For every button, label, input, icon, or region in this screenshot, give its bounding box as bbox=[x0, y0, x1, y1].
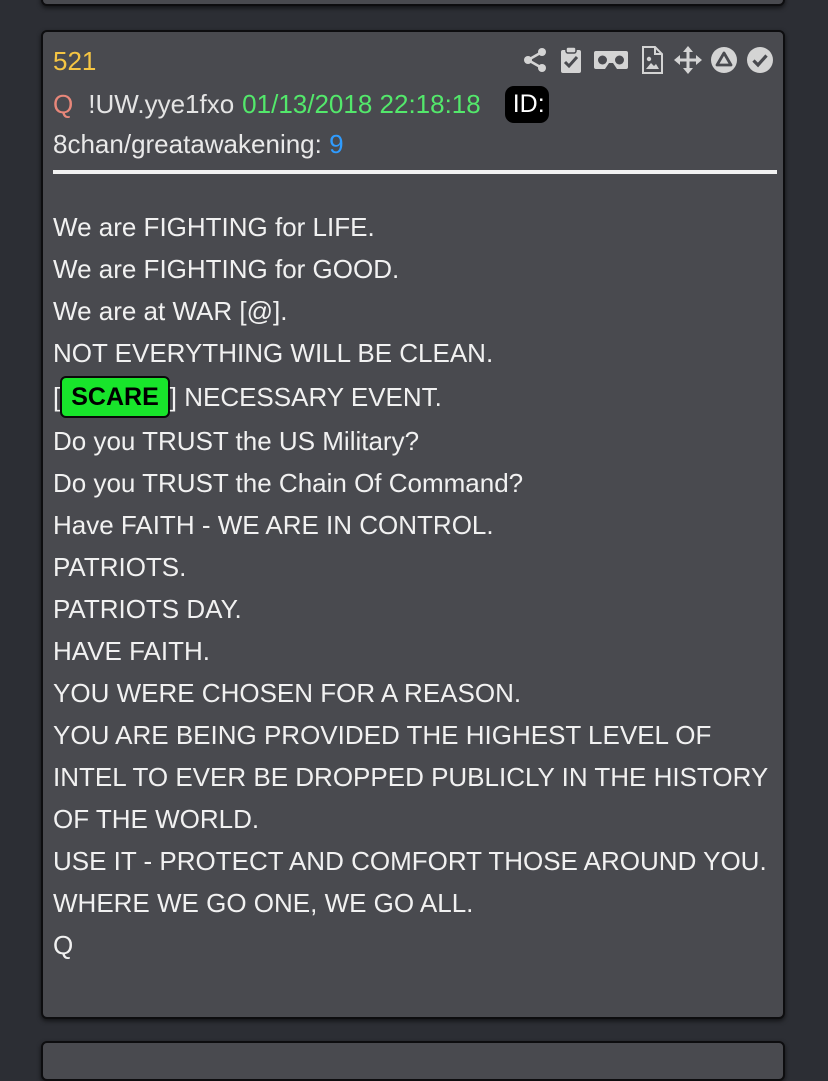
post-timestamp: 01/13/2018 22:18:18 bbox=[242, 88, 481, 119]
divider bbox=[53, 170, 777, 174]
id-badge: ID: bbox=[504, 85, 549, 123]
author-name: Q bbox=[53, 88, 74, 119]
clipboard-check-icon[interactable] bbox=[556, 45, 585, 75]
vr-headset-icon[interactable] bbox=[592, 45, 630, 75]
body-line-scare: [SCARE] NECESSARY EVENT. bbox=[53, 374, 779, 420]
post-body: We are FIGHTING for LIFE. We are FIGHTIN… bbox=[53, 206, 779, 966]
bracket-open: [ bbox=[53, 382, 61, 412]
post-ref-link[interactable]: 9 bbox=[329, 129, 343, 159]
body-line: USE IT - PROTECT AND COMFORT THOSE AROUN… bbox=[53, 846, 767, 876]
body-line: NOT EVERYTHING WILL BE CLEAN. bbox=[53, 338, 494, 368]
post-number: 521 bbox=[53, 46, 97, 76]
next-post-card bbox=[41, 1041, 785, 1081]
body-line: HAVE FAITH. bbox=[53, 636, 210, 666]
previous-post-card bbox=[41, 0, 785, 6]
circle-check-icon[interactable] bbox=[745, 45, 774, 75]
image-file-icon[interactable] bbox=[637, 45, 666, 75]
body-line: WHERE WE GO ONE, WE GO ALL. bbox=[53, 888, 474, 918]
post-card: 521 Q !UW.yye1fxo 01/13/2018 22:18:18 ID… bbox=[41, 30, 785, 1019]
body-line-rest: ] NECESSARY EVENT. bbox=[169, 382, 442, 412]
circle-up-icon[interactable] bbox=[709, 45, 738, 75]
tripcode: !UW.yye1fxo bbox=[88, 88, 235, 119]
body-line: Do you TRUST the US Military? bbox=[53, 426, 420, 456]
body-line: Have FAITH - WE ARE IN CONTROL. bbox=[53, 510, 494, 540]
body-line: Do you TRUST the Chain Of Command? bbox=[53, 468, 524, 498]
scare-tag: SCARE bbox=[60, 376, 170, 419]
move-arrows-icon[interactable] bbox=[673, 45, 702, 75]
share-icon[interactable] bbox=[520, 45, 549, 75]
post-toolbar bbox=[520, 45, 774, 75]
body-line: We are FIGHTING for GOOD. bbox=[53, 254, 400, 284]
body-line: We are at WAR [@]. bbox=[53, 296, 288, 326]
signature: Q bbox=[53, 930, 74, 960]
body-line: PATRIOTS DAY. bbox=[53, 594, 242, 624]
board-name: 8chan/greatawakening: bbox=[53, 129, 322, 159]
body-line: We are FIGHTING for LIFE. bbox=[53, 212, 375, 242]
post-header: Q !UW.yye1fxo 01/13/2018 22:18:18 ID: bbox=[53, 85, 549, 123]
body-line: PATRIOTS. bbox=[53, 552, 187, 582]
board-reference: 8chan/greatawakening: 9 bbox=[53, 129, 344, 160]
body-line: YOU WERE CHOSEN FOR A REASON. bbox=[53, 678, 522, 708]
body-line: YOU ARE BEING PROVIDED THE HIGHEST LEVEL… bbox=[53, 720, 768, 834]
